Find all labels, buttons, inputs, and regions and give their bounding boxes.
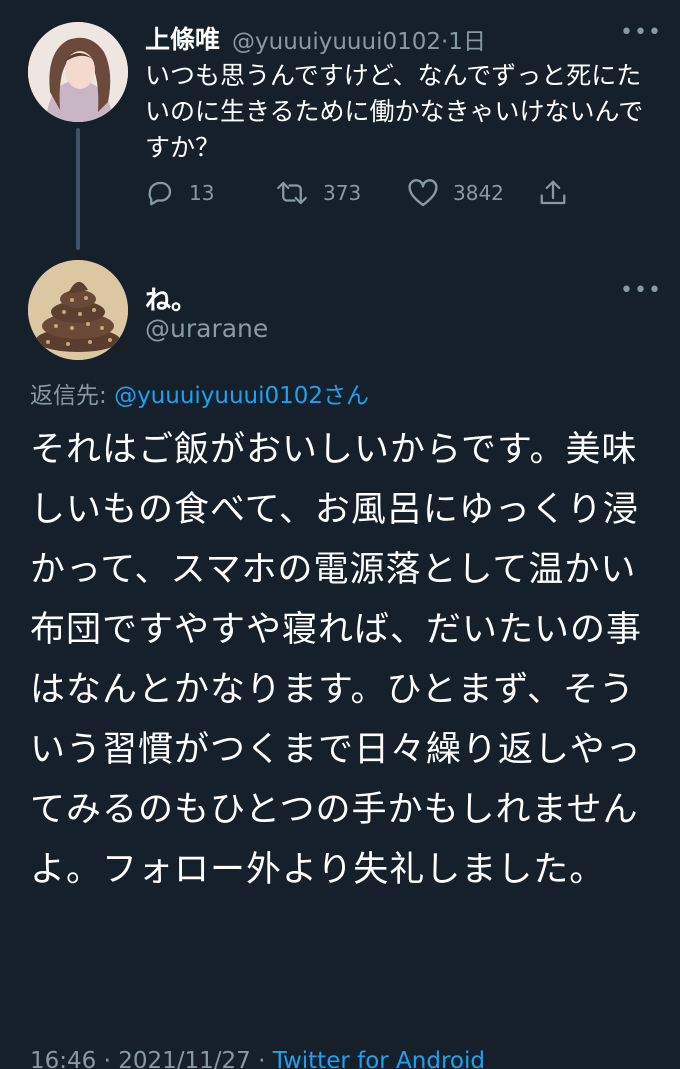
retweet-button[interactable]: 373 — [275, 178, 361, 208]
parent-handle[interactable]: @yuuuiyuuui0102 — [232, 29, 441, 55]
parent-handle-time[interactable]: @yuuuiyuuui0102·1日 — [232, 22, 486, 56]
reply-mention-link[interactable]: @yuuuiyuuui0102さん — [114, 383, 369, 409]
share-icon — [540, 180, 566, 205]
parent-tweet-text: いつも思うんですけど、なんでずっと死にたいのに生きるために働かなきゃいけないんで… — [145, 61, 644, 162]
reply-button[interactable]: 13 — [145, 178, 214, 208]
main-display-name[interactable]: ね。 — [145, 280, 197, 317]
main-avatar[interactable] — [28, 260, 128, 360]
parent-display-name[interactable]: 上條唯 — [145, 20, 220, 56]
like-count: 3842 — [453, 181, 504, 205]
like-button[interactable]: 3842 — [407, 178, 504, 208]
retweet-count: 373 — [323, 181, 362, 205]
parent-time: ·1日 — [441, 29, 486, 55]
more-horizontal-icon[interactable]: ••• — [620, 278, 662, 303]
reply-icon — [148, 181, 172, 206]
parent-tweet[interactable]: 上條唯 @yuuuiyuuui0102·1日 ••• いつも思うんですけど、なん… — [0, 0, 680, 250]
thread-line — [76, 128, 80, 250]
heart-icon — [408, 179, 438, 207]
more-horizontal-icon[interactable]: ••• — [620, 20, 662, 45]
reply-count: 13 — [189, 181, 215, 205]
parent-avatar[interactable] — [28, 22, 128, 122]
tweet-timestamp[interactable]: 16:46 · 2021/11/27 · — [30, 1048, 273, 1069]
parent-action-bar: 13 373 3842 — [145, 178, 585, 218]
tweet-source-link[interactable]: Twitter for Android — [273, 1048, 485, 1069]
main-tweet: ね。 @urarane ••• 返信先: @yuuuiyuuui0102さん そ… — [0, 250, 680, 1069]
retweet-icon — [277, 181, 307, 205]
main-handle[interactable]: @urarane — [145, 314, 268, 343]
tweet-metadata: 16:46 · 2021/11/27 · Twitter for Android — [30, 1048, 485, 1069]
replying-to: 返信先: @yuuuiyuuui0102さん — [30, 376, 369, 410]
main-tweet-text: それはご飯がおいしいからです。美味しいもの食べて、お風呂にゆっくり浸かって、スマ… — [30, 430, 643, 890]
share-button[interactable] — [538, 178, 582, 208]
replying-to-label: 返信先: — [30, 383, 115, 409]
